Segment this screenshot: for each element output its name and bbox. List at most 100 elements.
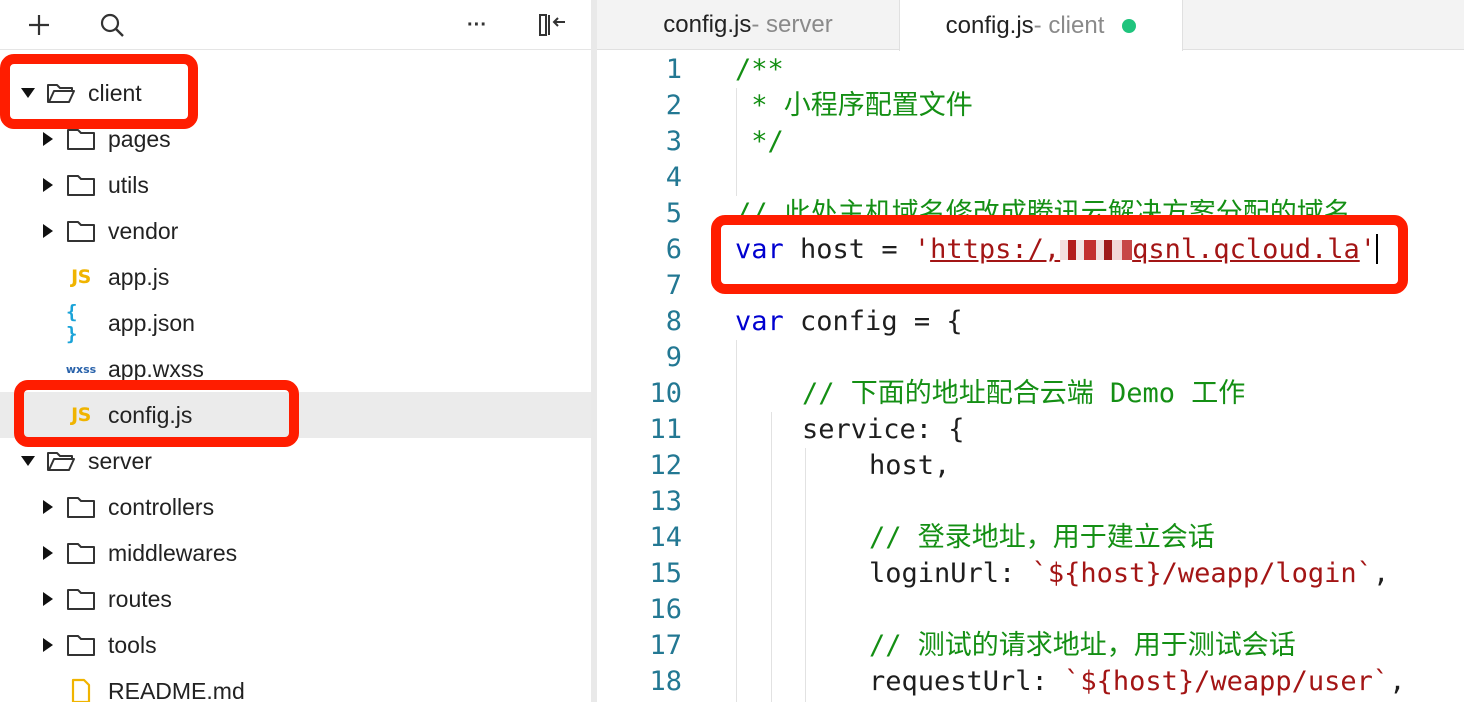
tree-folder-client[interactable]: client [0, 70, 591, 116]
tree-folder-tools[interactable]: tools [0, 622, 591, 668]
folder-icon [66, 127, 96, 151]
template-string: `${host}/weapp/user` [1064, 666, 1390, 697]
tree-item-label: app.js [108, 263, 170, 290]
line-number: 13 [649, 486, 682, 517]
line-number: 7 [665, 270, 682, 301]
code-line: // 下面的地址配合云端 Demo 工作 [802, 378, 1246, 409]
tree-file-app-js[interactable]: JS app.js [0, 254, 591, 300]
explorer-toolbar: ··· [0, 0, 591, 50]
code-text: loginUrl: [869, 558, 1032, 589]
code-editor: config.js - server config.js - client 1 /… [597, 0, 1464, 702]
collapse-arrow-icon[interactable] [40, 177, 56, 193]
tree-item-label: pages [108, 125, 171, 152]
code-line: // 测试的请求地址，用于测试会话 [869, 630, 1296, 661]
code-line: // 登录地址，用于建立会话 [869, 522, 1215, 553]
tree-folder-utils[interactable]: utils [0, 162, 591, 208]
tree-item-label: config.js [108, 401, 193, 428]
wxss-file-icon: wxss [65, 362, 97, 376]
line-number: 4 [665, 162, 682, 193]
keyword: var [735, 306, 784, 337]
tree-item-label: app.wxss [108, 355, 204, 382]
tree-item-label: client [88, 79, 142, 106]
tree-file-app-json[interactable]: { } app.json [0, 300, 591, 346]
collapse-arrow-icon[interactable] [40, 499, 56, 515]
editor-tab-bar: config.js - server config.js - client [597, 0, 1464, 51]
code-line: service: { [802, 414, 965, 445]
code-line: /** [735, 54, 784, 85]
code-text: , [1389, 666, 1406, 697]
line-number: 12 [649, 450, 682, 481]
code-line: */ [735, 126, 784, 157]
folder-icon [66, 633, 96, 657]
tree-item-label: controllers [108, 493, 215, 520]
string-quote: ' [1359, 234, 1376, 265]
tree-file-config-js[interactable]: JS config.js [0, 392, 591, 438]
line-number: 17 [649, 630, 682, 661]
collapse-arrow-icon[interactable] [40, 637, 56, 653]
line-number: 2 [665, 90, 682, 121]
line-number: 9 [665, 342, 682, 373]
tree-item-label: tools [108, 631, 157, 658]
tree-item-label: vendor [108, 217, 179, 244]
search-icon[interactable] [95, 8, 129, 42]
folder-open-icon [46, 449, 76, 473]
line-number: 18 [649, 666, 682, 697]
collapse-panel-icon[interactable] [535, 8, 569, 42]
code-line: var config = { [735, 304, 963, 340]
tree-folder-routes[interactable]: routes [0, 576, 591, 622]
code-area[interactable]: 1 /** 2 * 小程序配置文件 3 */ 4 5 // 此处主机域名修改成腾讯云… [597, 52, 1464, 702]
tree-folder-middlewares[interactable]: middlewares [0, 530, 591, 576]
tree-item-label: app.json [108, 309, 195, 336]
tab-config-server[interactable]: config.js - server [597, 0, 899, 50]
more-menu-button[interactable]: ··· [460, 8, 494, 42]
tab-filename: config.js [663, 11, 752, 38]
url-start[interactable]: https:/, [930, 234, 1060, 265]
tab-context: - server [751, 11, 833, 38]
code-line: host, [869, 450, 951, 481]
folder-open-icon [46, 81, 76, 105]
line-number: 1 [665, 54, 682, 85]
line-number: 14 [649, 522, 682, 553]
folder-icon [66, 495, 96, 519]
collapse-arrow-icon[interactable] [40, 131, 56, 147]
js-file-icon: JS [71, 404, 91, 426]
tree-item-label: routes [108, 585, 172, 612]
code-text: , [1372, 558, 1390, 589]
tab-context: - client [1033, 11, 1105, 39]
tree-folder-controllers[interactable]: controllers [0, 484, 591, 530]
collapse-arrow-icon[interactable] [40, 545, 56, 561]
line-number: 3 [665, 126, 682, 157]
unsaved-indicator [1122, 18, 1137, 33]
redacted-region [1060, 240, 1133, 260]
plus-icon[interactable] [22, 8, 56, 42]
file-tree: client pages utils vendor JS app.js {} … [0, 70, 591, 702]
json-file-icon: { } [66, 301, 78, 345]
tab-config-client[interactable]: config.js - client [899, 0, 1183, 51]
text-cursor [1375, 234, 1378, 264]
folder-icon [66, 173, 96, 197]
code-line: // 此处主机域名修改成腾讯云解决方案分配的域名 [735, 198, 1351, 229]
tree-file-app-wxss[interactable]: wxss app.wxss [0, 346, 591, 392]
line-number: 15 [649, 558, 682, 589]
tree-folder-pages[interactable]: pages [0, 116, 591, 162]
tree-folder-vendor[interactable]: vendor [0, 208, 591, 254]
code-line: var host = 'https:/, qsnl.qcloud.la' [735, 232, 1378, 268]
tree-item-label: server [88, 447, 152, 474]
tree-item-label: README.md [108, 677, 245, 702]
tree-file-readme[interactable]: README.md [0, 668, 591, 702]
url-end[interactable]: qsnl.qcloud.la [1132, 234, 1360, 265]
code-text: host = [783, 234, 914, 265]
expand-arrow-icon[interactable] [20, 85, 36, 101]
collapse-arrow-icon[interactable] [40, 223, 56, 239]
string-quote: ' [913, 234, 931, 265]
expand-arrow-icon[interactable] [20, 453, 36, 469]
keyword: var [735, 234, 784, 265]
line-number: 10 [649, 378, 682, 409]
tree-folder-server[interactable]: server [0, 438, 591, 484]
code-text: requestUrl: [869, 666, 1065, 697]
tree-item-label: middlewares [108, 539, 238, 566]
js-file-icon: JS [71, 266, 91, 288]
line-number: 6 [665, 234, 682, 265]
collapse-arrow-icon[interactable] [40, 591, 56, 607]
code-line: loginUrl: `${host}/weapp/login`, [869, 556, 1389, 592]
